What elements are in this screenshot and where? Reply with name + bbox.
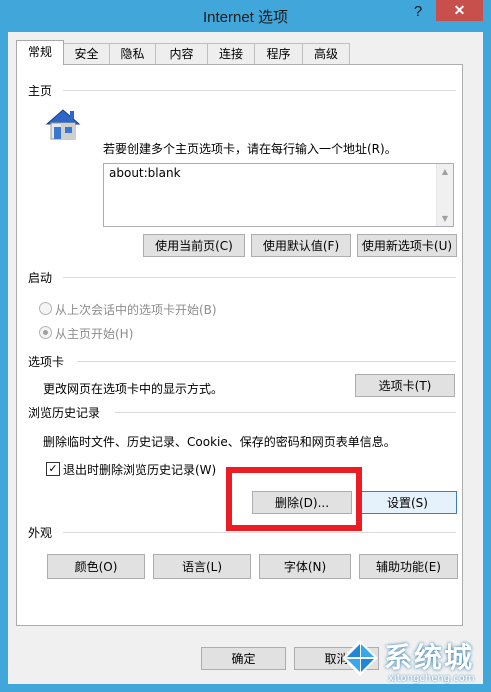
use-default-button[interactable]: 使用默认值(F) — [251, 234, 351, 257]
tab-content[interactable]: 内容 — [155, 43, 208, 64]
accessibility-button[interactable]: 辅助功能(E) — [359, 554, 458, 579]
tabs-description: 更改网页在选项卡中的显示方式。 — [43, 382, 224, 396]
tab-advanced[interactable]: 高级 — [302, 43, 350, 64]
help-button[interactable]: ? — [408, 2, 428, 22]
history-separator — [115, 412, 456, 413]
fonts-button[interactable]: 字体(N) — [259, 554, 351, 579]
tabs-section-label: 选项卡 — [28, 353, 71, 370]
scroll-up-icon[interactable]: ▲ — [437, 167, 453, 176]
startup-section-label: 启动 — [28, 269, 59, 286]
colors-button[interactable]: 颜色(O) — [47, 554, 145, 579]
tab-programs[interactable]: 程序 — [254, 43, 303, 64]
startup-last-session-radio[interactable] — [39, 302, 52, 315]
checkmark-icon: ✓ — [48, 462, 58, 475]
red-highlight-box — [226, 467, 362, 531]
dialog-client: 常规 安全 隐私 内容 连接 程序 高级 主页 若要创建多个主页选项卡，请在每行… — [8, 32, 483, 684]
history-settings-button[interactable]: 设置(S) — [358, 491, 457, 514]
tabs-separator — [77, 361, 456, 362]
watermark-brand: 系统城 — [384, 641, 475, 674]
startup-separator — [63, 277, 456, 278]
appearance-separator — [63, 532, 456, 533]
use-new-tab-button[interactable]: 使用新选项卡(U) — [357, 234, 457, 257]
appearance-section-label: 外观 — [28, 524, 59, 541]
homepage-address-value: about:blank — [109, 166, 181, 180]
scrollbar[interactable]: ▲ ▼ — [436, 164, 453, 226]
delete-on-exit-checkbox[interactable]: ✓ — [46, 462, 60, 476]
startup-last-session-label: 从上次会话中的选项卡开始(B) — [55, 303, 217, 317]
house-icon — [43, 107, 83, 143]
tab-general[interactable]: 常规 — [16, 40, 64, 65]
ok-button[interactable]: 确定 — [201, 647, 286, 670]
languages-button[interactable]: 语言(L) — [153, 554, 251, 579]
watermark-url: xitongcheng.com — [388, 673, 475, 684]
homepage-separator — [63, 90, 456, 91]
title-bar: Internet 选项 ? ✕ — [0, 0, 491, 32]
startup-homepage-radio[interactable] — [39, 326, 52, 339]
tab-connections[interactable]: 连接 — [207, 43, 255, 64]
tab-privacy[interactable]: 隐私 — [109, 43, 156, 64]
history-description: 删除临时文件、历史记录、Cookie、保存的密码和网页表单信息。 — [43, 435, 396, 449]
scroll-down-icon[interactable]: ▼ — [437, 214, 453, 223]
general-tab-panel: 主页 若要创建多个主页选项卡，请在每行输入一个地址(R)。 about:blan… — [16, 64, 463, 626]
startup-homepage-label: 从主页开始(H) — [55, 327, 134, 341]
delete-on-exit-label: 退出时删除浏览历史记录(W) — [63, 463, 217, 477]
use-current-button[interactable]: 使用当前页(C) — [143, 234, 245, 257]
homepage-address-input[interactable]: about:blank ▲ ▼ — [103, 163, 454, 227]
tab-security[interactable]: 安全 — [63, 43, 110, 64]
homepage-section-label: 主页 — [28, 82, 59, 99]
close-button[interactable]: ✕ — [436, 0, 483, 21]
tabs-settings-button[interactable]: 选项卡(T) — [355, 374, 455, 397]
site-watermark: 系统城 xitongcheng.com — [338, 632, 491, 692]
history-section-label: 浏览历史记录 — [28, 404, 107, 421]
windows-logo-icon — [342, 640, 378, 676]
homepage-instructions: 若要创建多个主页选项卡，请在每行输入一个地址(R)。 — [103, 142, 397, 156]
